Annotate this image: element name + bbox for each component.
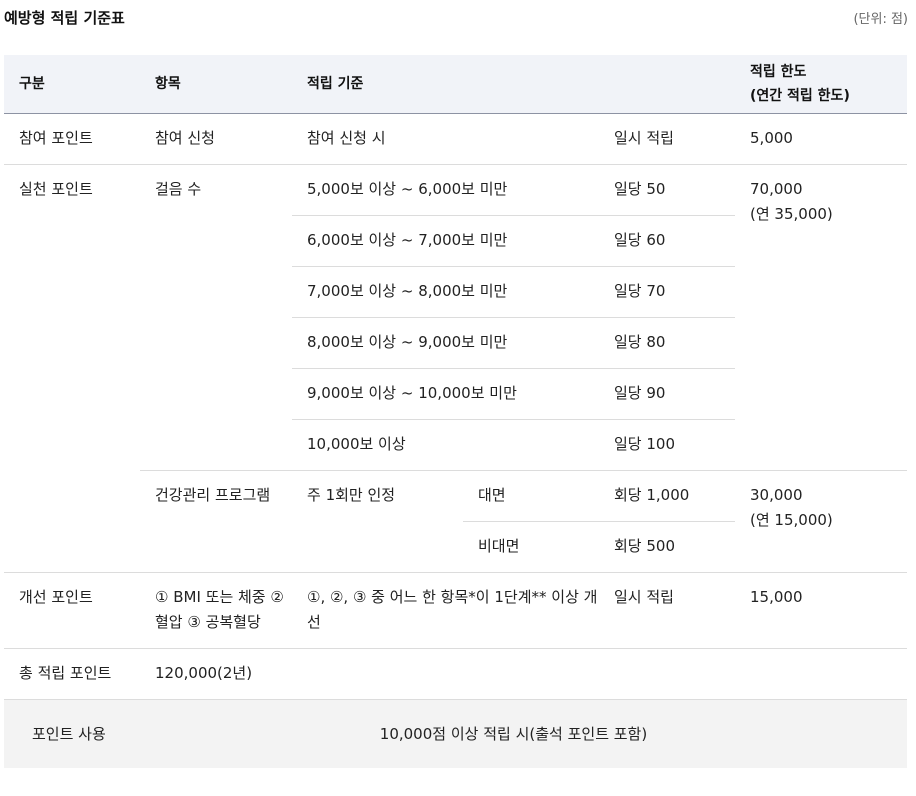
improvement-criteria: ①, ②, ③ 중 어느 한 항목*이 1단계** 이상 개선 (292, 572, 599, 649)
header-limit-line1: 적립 한도 (750, 64, 807, 80)
unit-note: (단위: 점) (853, 12, 908, 27)
program-rate: 회당 500 (599, 521, 736, 573)
total-label: 총 적립 포인트 (4, 648, 140, 700)
table-row: 건강관리 프로그램 주 1회만 인정 대면 회당 1,000 30,000 (연… (4, 470, 908, 573)
usage-empty (735, 699, 908, 768)
program-item: 건강관리 프로그램 (140, 470, 292, 573)
participation-rate: 일시 적립 (614, 129, 674, 147)
step-rate: 일당 60 (599, 215, 736, 267)
program-criteria: 주 1회만 인정 (292, 470, 463, 573)
usage-text: 10,000점 이상 적립 시(출석 포인트 포함) (292, 699, 736, 768)
program-rate: 회당 1,000 (599, 470, 736, 522)
program-limit-annual: (연 15,000) (750, 511, 833, 529)
improvement-rate: 일시 적립 (599, 572, 736, 649)
improvement-category: 개선 포인트 (4, 572, 140, 649)
header-category: 구분 (4, 55, 140, 114)
steps-limit: 70,000 (연 35,000) (735, 164, 908, 471)
program-limit-value: 30,000 (750, 486, 803, 504)
step-rate: 일당 70 (599, 266, 736, 318)
total-value: 120,000(2년) (140, 648, 908, 700)
steps-limit-annual: (연 35,000) (750, 205, 833, 223)
step-range: 9,000보 이상 ~ 10,000보 미만 (292, 368, 599, 420)
step-range: 10,000보 이상 (292, 419, 599, 471)
step-rate: 일당 100 (599, 419, 736, 471)
table-row: 총 적립 포인트 120,000(2년) (4, 648, 908, 700)
step-range: 7,000보 이상 ~ 8,000보 미만 (292, 266, 599, 318)
step-rate: 일당 90 (599, 368, 736, 420)
participation-category: 참여 포인트 (19, 129, 93, 147)
practice-category: 실천 포인트 (4, 164, 140, 573)
program-type: 비대면 (463, 521, 599, 573)
program-type: 대면 (463, 470, 599, 522)
improvement-limit: 15,000 (735, 572, 908, 649)
participation-limit: 5,000 (750, 129, 793, 147)
participation-item: 참여 신청 (155, 129, 215, 147)
step-range: 8,000보 이상 ~ 9,000보 미만 (292, 317, 599, 369)
step-rate: 일당 50 (599, 164, 736, 216)
header-limit-line2: (연간 적립 한도) (750, 88, 850, 104)
improvement-item: ① BMI 또는 체중 ② 혈압 ③ 공복혈당 (140, 572, 292, 649)
table-row: 포인트 사용 10,000점 이상 적립 시(출석 포인트 포함) (4, 699, 908, 768)
step-range: 5,000보 이상 ~ 6,000보 미만 (292, 164, 599, 216)
steps-limit-value: 70,000 (750, 180, 803, 198)
table-row: 참여 포인트 참여 신청 참여 신청 시 일시 적립 5,000 (4, 114, 907, 165)
table-row: 개선 포인트 ① BMI 또는 체중 ② 혈압 ③ 공복혈당 ①, ②, ③ 중… (4, 572, 908, 649)
step-rate: 일당 80 (599, 317, 736, 369)
step-range: 6,000보 이상 ~ 7,000보 미만 (292, 215, 599, 267)
table-title: 예방형 적립 기준표 (4, 9, 125, 27)
usage-label: 포인트 사용 (4, 699, 292, 768)
header-row: 구분 항목 적립 기준 적립 한도 (연간 적립 한도) (4, 55, 908, 114)
program-limit: 30,000 (연 15,000) (735, 470, 908, 573)
header-criteria: 적립 기준 (292, 55, 736, 114)
points-table: 구분 항목 적립 기준 적립 한도 (연간 적립 한도) 참여 포인트 참여 신… (4, 55, 908, 768)
participation-criteria: 참여 신청 시 (307, 129, 386, 147)
header-limit: 적립 한도 (연간 적립 한도) (735, 55, 908, 114)
header-item: 항목 (140, 55, 292, 114)
table-row: 실천 포인트 걸음 수 5,000보 이상 ~ 6,000보 미만 일당 50 … (4, 164, 908, 573)
steps-item: 걸음 수 (140, 164, 292, 471)
